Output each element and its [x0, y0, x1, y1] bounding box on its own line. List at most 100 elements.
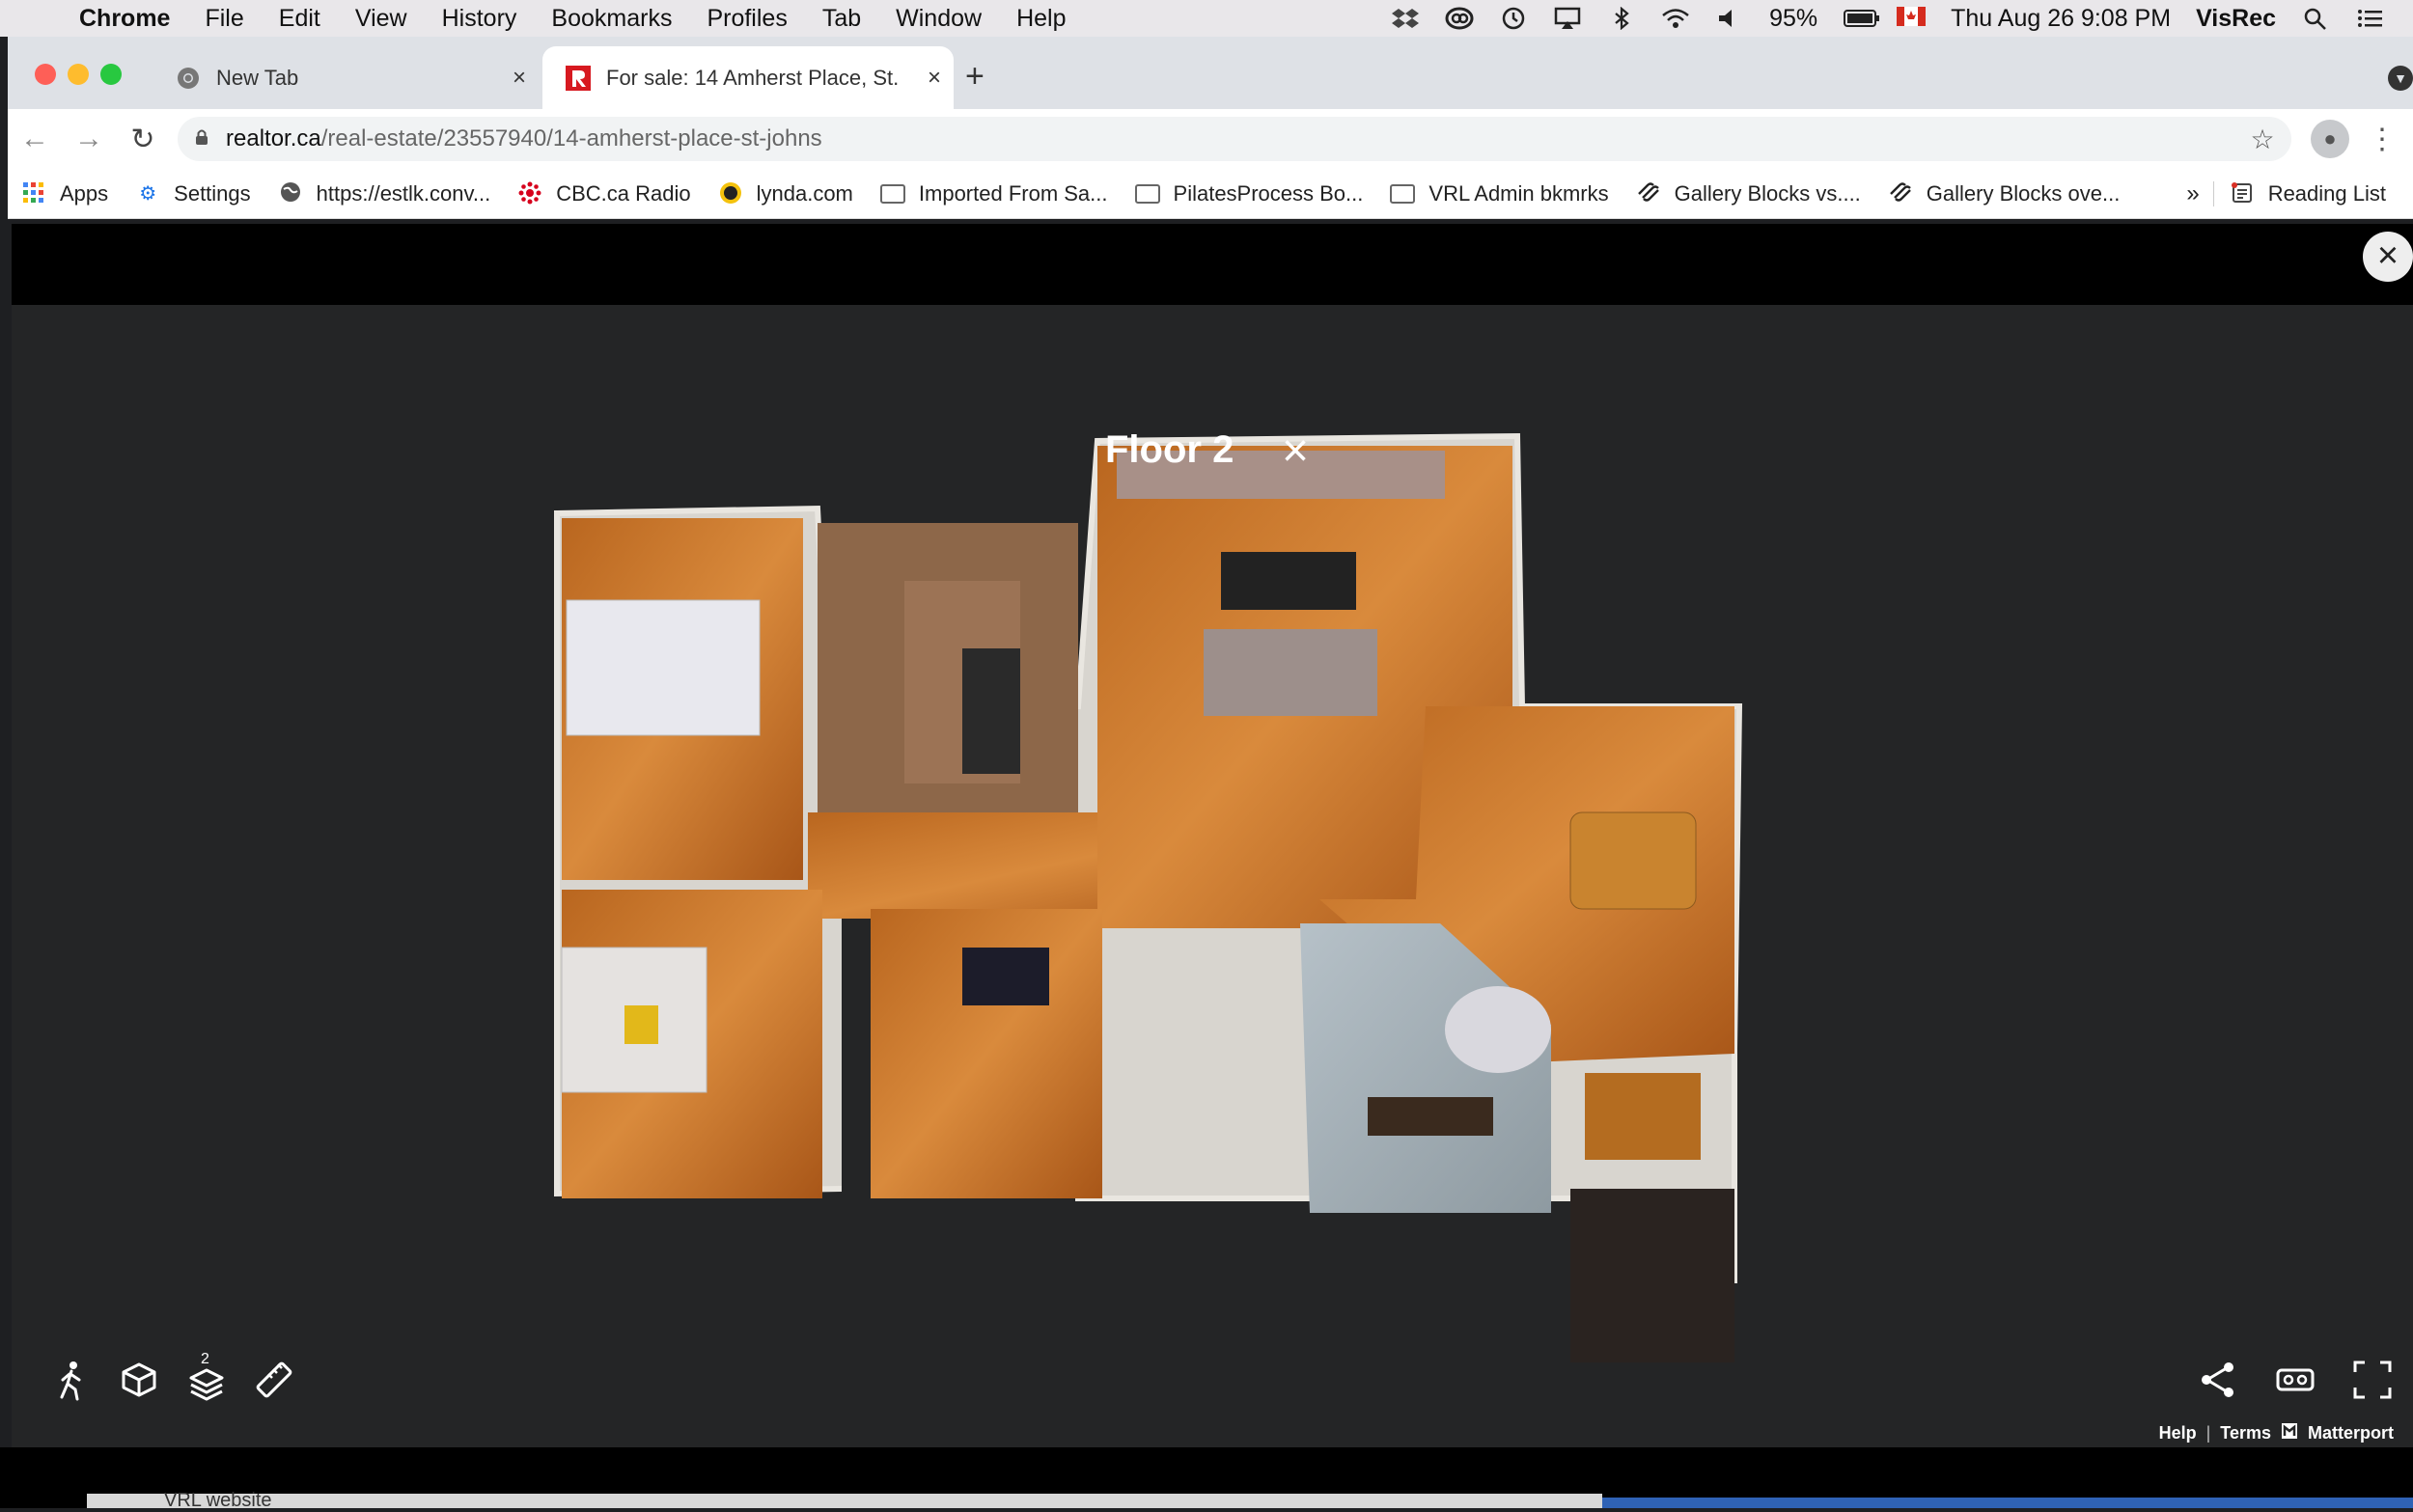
floor-number-badge: 2 — [201, 1351, 209, 1367]
bookmark-lynda[interactable]: lynda.com — [705, 181, 867, 206]
reading-list-button[interactable]: Reading List — [2212, 180, 2399, 206]
bookmark-folder-vrl-admin[interactable]: VRL Admin bkmrks — [1376, 181, 1622, 206]
squarespace-icon — [1636, 181, 1661, 206]
wifi-icon[interactable] — [1661, 7, 1690, 30]
floor-selector-icon[interactable]: 2 — [185, 1351, 228, 1401]
folder-icon — [879, 183, 905, 204]
floor-label: Floor 2 — [1105, 428, 1234, 471]
bluetooth-icon[interactable] — [1607, 6, 1636, 31]
dollhouse-mode-icon[interactable] — [118, 1359, 160, 1401]
bookmark-folder-pilates[interactable]: PilatesProcess Bo... — [1122, 181, 1377, 206]
bookmark-label: VRL Admin bkmrks — [1428, 180, 1609, 206]
bookmark-label: lynda.com — [756, 180, 853, 206]
bookmarks-bar: Apps ⚙ Settings https://estlk.conv... CB… — [8, 169, 2413, 219]
tab-title: New Tab — [216, 65, 299, 90]
matterport-brand-link[interactable]: Matterport — [2308, 1423, 2394, 1443]
menu-window[interactable]: Window — [878, 5, 999, 33]
viewer-footer-links: Help | Terms Matterport — [2159, 1422, 2394, 1444]
bookmark-folder-imported[interactable]: Imported From Sa... — [867, 181, 1122, 206]
address-bar[interactable]: realtor.ca/real-estate/23557940/14-amher… — [178, 117, 2291, 161]
tab-new-tab[interactable]: New Tab × — [153, 46, 539, 109]
creative-cloud-icon[interactable] — [1445, 7, 1474, 30]
close-modal-icon[interactable]: × — [2363, 232, 2413, 282]
matterport-viewer[interactable]: × Floor 2 × 2 Help | Terms Matterport — [12, 224, 2413, 1447]
menu-tab[interactable]: Tab — [805, 5, 878, 33]
window-close-button[interactable] — [35, 64, 56, 85]
lynda-icon — [718, 181, 743, 206]
folder-icon — [1390, 183, 1416, 204]
menu-bookmarks[interactable]: Bookmarks — [534, 5, 689, 33]
battery-icon[interactable] — [1843, 7, 1880, 30]
forward-button[interactable]: → — [62, 123, 116, 155]
menubar-user[interactable]: VisRec — [2196, 5, 2276, 33]
bookmark-estlk[interactable]: https://estlk.conv... — [264, 181, 505, 206]
menu-app-chrome[interactable]: Chrome — [62, 5, 187, 33]
menu-help[interactable]: Help — [999, 5, 1083, 33]
chrome-favicon-icon — [176, 66, 201, 91]
desktop-window-peek[interactable]: VRL website — [87, 1490, 1602, 1511]
desktop-background-peek — [1602, 1498, 2413, 1508]
menu-file[interactable]: File — [187, 5, 261, 33]
share-icon[interactable] — [2197, 1359, 2239, 1401]
menu-history[interactable]: History — [425, 5, 535, 33]
tab-close-icon[interactable]: × — [915, 65, 954, 92]
profile-avatar-icon[interactable]: ● — [2311, 120, 2349, 158]
floor-close-icon[interactable]: × — [1282, 425, 1309, 478]
floor-plan-image[interactable] — [538, 407, 1918, 1372]
viewer-top-band — [12, 224, 2413, 305]
bookmark-label: Gallery Blocks vs.... — [1674, 180, 1861, 206]
walk-mode-icon[interactable] — [50, 1359, 93, 1401]
gear-icon: ⚙ — [139, 182, 157, 205]
battery-percentage: 95% — [1769, 4, 1818, 32]
menu-edit[interactable]: Edit — [262, 5, 338, 33]
fullscreen-icon[interactable] — [2351, 1359, 2394, 1401]
window-zoom-button[interactable] — [100, 64, 122, 85]
tab-search-chevron-icon[interactable]: ▼ — [2388, 66, 2413, 91]
measure-tool-icon[interactable] — [253, 1359, 295, 1401]
back-button[interactable]: ← — [8, 123, 62, 155]
bookmark-gallery-blocks-ove[interactable]: Gallery Blocks ove... — [1874, 181, 2134, 206]
tab-close-icon[interactable]: × — [500, 65, 539, 92]
folder-icon — [1134, 183, 1160, 204]
tab-title: For sale: 14 Amherst Place, St. — [606, 65, 900, 90]
bookmark-label: Settings — [174, 180, 251, 206]
airplay-icon[interactable] — [1553, 7, 1582, 30]
reload-button[interactable]: ↻ — [116, 123, 170, 156]
viewer-share-toolbar — [2197, 1359, 2394, 1401]
bookmarks-overflow-chevron-icon[interactable]: » — [2173, 180, 2212, 207]
bookmark-settings[interactable]: ⚙ Settings — [122, 181, 264, 206]
menubar-clock[interactable]: Thu Aug 26 9:08 PM — [1951, 5, 2171, 33]
bookmark-label: CBC.ca Radio — [556, 180, 691, 206]
time-machine-icon[interactable] — [1499, 7, 1528, 30]
lock-icon[interactable] — [178, 128, 226, 151]
squarespace-icon — [1888, 181, 1913, 206]
viewer-mode-toolbar: 2 — [50, 1351, 295, 1401]
new-tab-button[interactable]: + — [965, 58, 985, 96]
bookmark-label: Imported From Sa... — [918, 180, 1108, 206]
url-path: /real-estate/23557940/14-amherst-place-s… — [320, 125, 822, 151]
bookmark-label: Gallery Blocks ove... — [1926, 180, 2121, 206]
vr-headset-icon[interactable] — [2274, 1359, 2316, 1401]
matterport-logo-icon[interactable] — [2281, 1422, 2298, 1444]
tab-strip: New Tab × For sale: 14 Amherst Place, St… — [8, 37, 2413, 109]
terms-link[interactable]: Terms — [2220, 1423, 2271, 1443]
bookmark-apps[interactable]: Apps — [8, 181, 122, 206]
tab-realtor-listing[interactable]: For sale: 14 Amherst Place, St. × — [542, 46, 954, 109]
window-minimize-button[interactable] — [68, 64, 89, 85]
bookmark-cbc-radio[interactable]: CBC.ca Radio — [504, 181, 704, 206]
bookmark-gallery-blocks-vs[interactable]: Gallery Blocks vs.... — [1623, 181, 1874, 206]
dropbox-icon[interactable] — [1391, 7, 1420, 30]
bookmark-label: Apps — [60, 180, 109, 206]
canada-flag-icon[interactable] — [1897, 7, 1927, 30]
menu-view[interactable]: View — [338, 5, 425, 33]
menu-profiles[interactable]: Profiles — [689, 5, 804, 33]
volume-icon[interactable] — [1715, 7, 1744, 30]
help-link[interactable]: Help — [2159, 1423, 2197, 1443]
chrome-menu-icon[interactable]: ⋮ — [2363, 123, 2401, 156]
control-center-icon[interactable] — [2355, 7, 2384, 30]
bookmark-label: https://estlk.conv... — [316, 180, 491, 206]
url-host: realtor.ca — [226, 125, 321, 151]
bookmark-star-icon[interactable]: ☆ — [2233, 124, 2291, 155]
spotlight-search-icon[interactable] — [2301, 7, 2330, 30]
menubar-status-area: 95% Thu Aug 26 9:08 PM VisRec — [1391, 5, 2413, 33]
